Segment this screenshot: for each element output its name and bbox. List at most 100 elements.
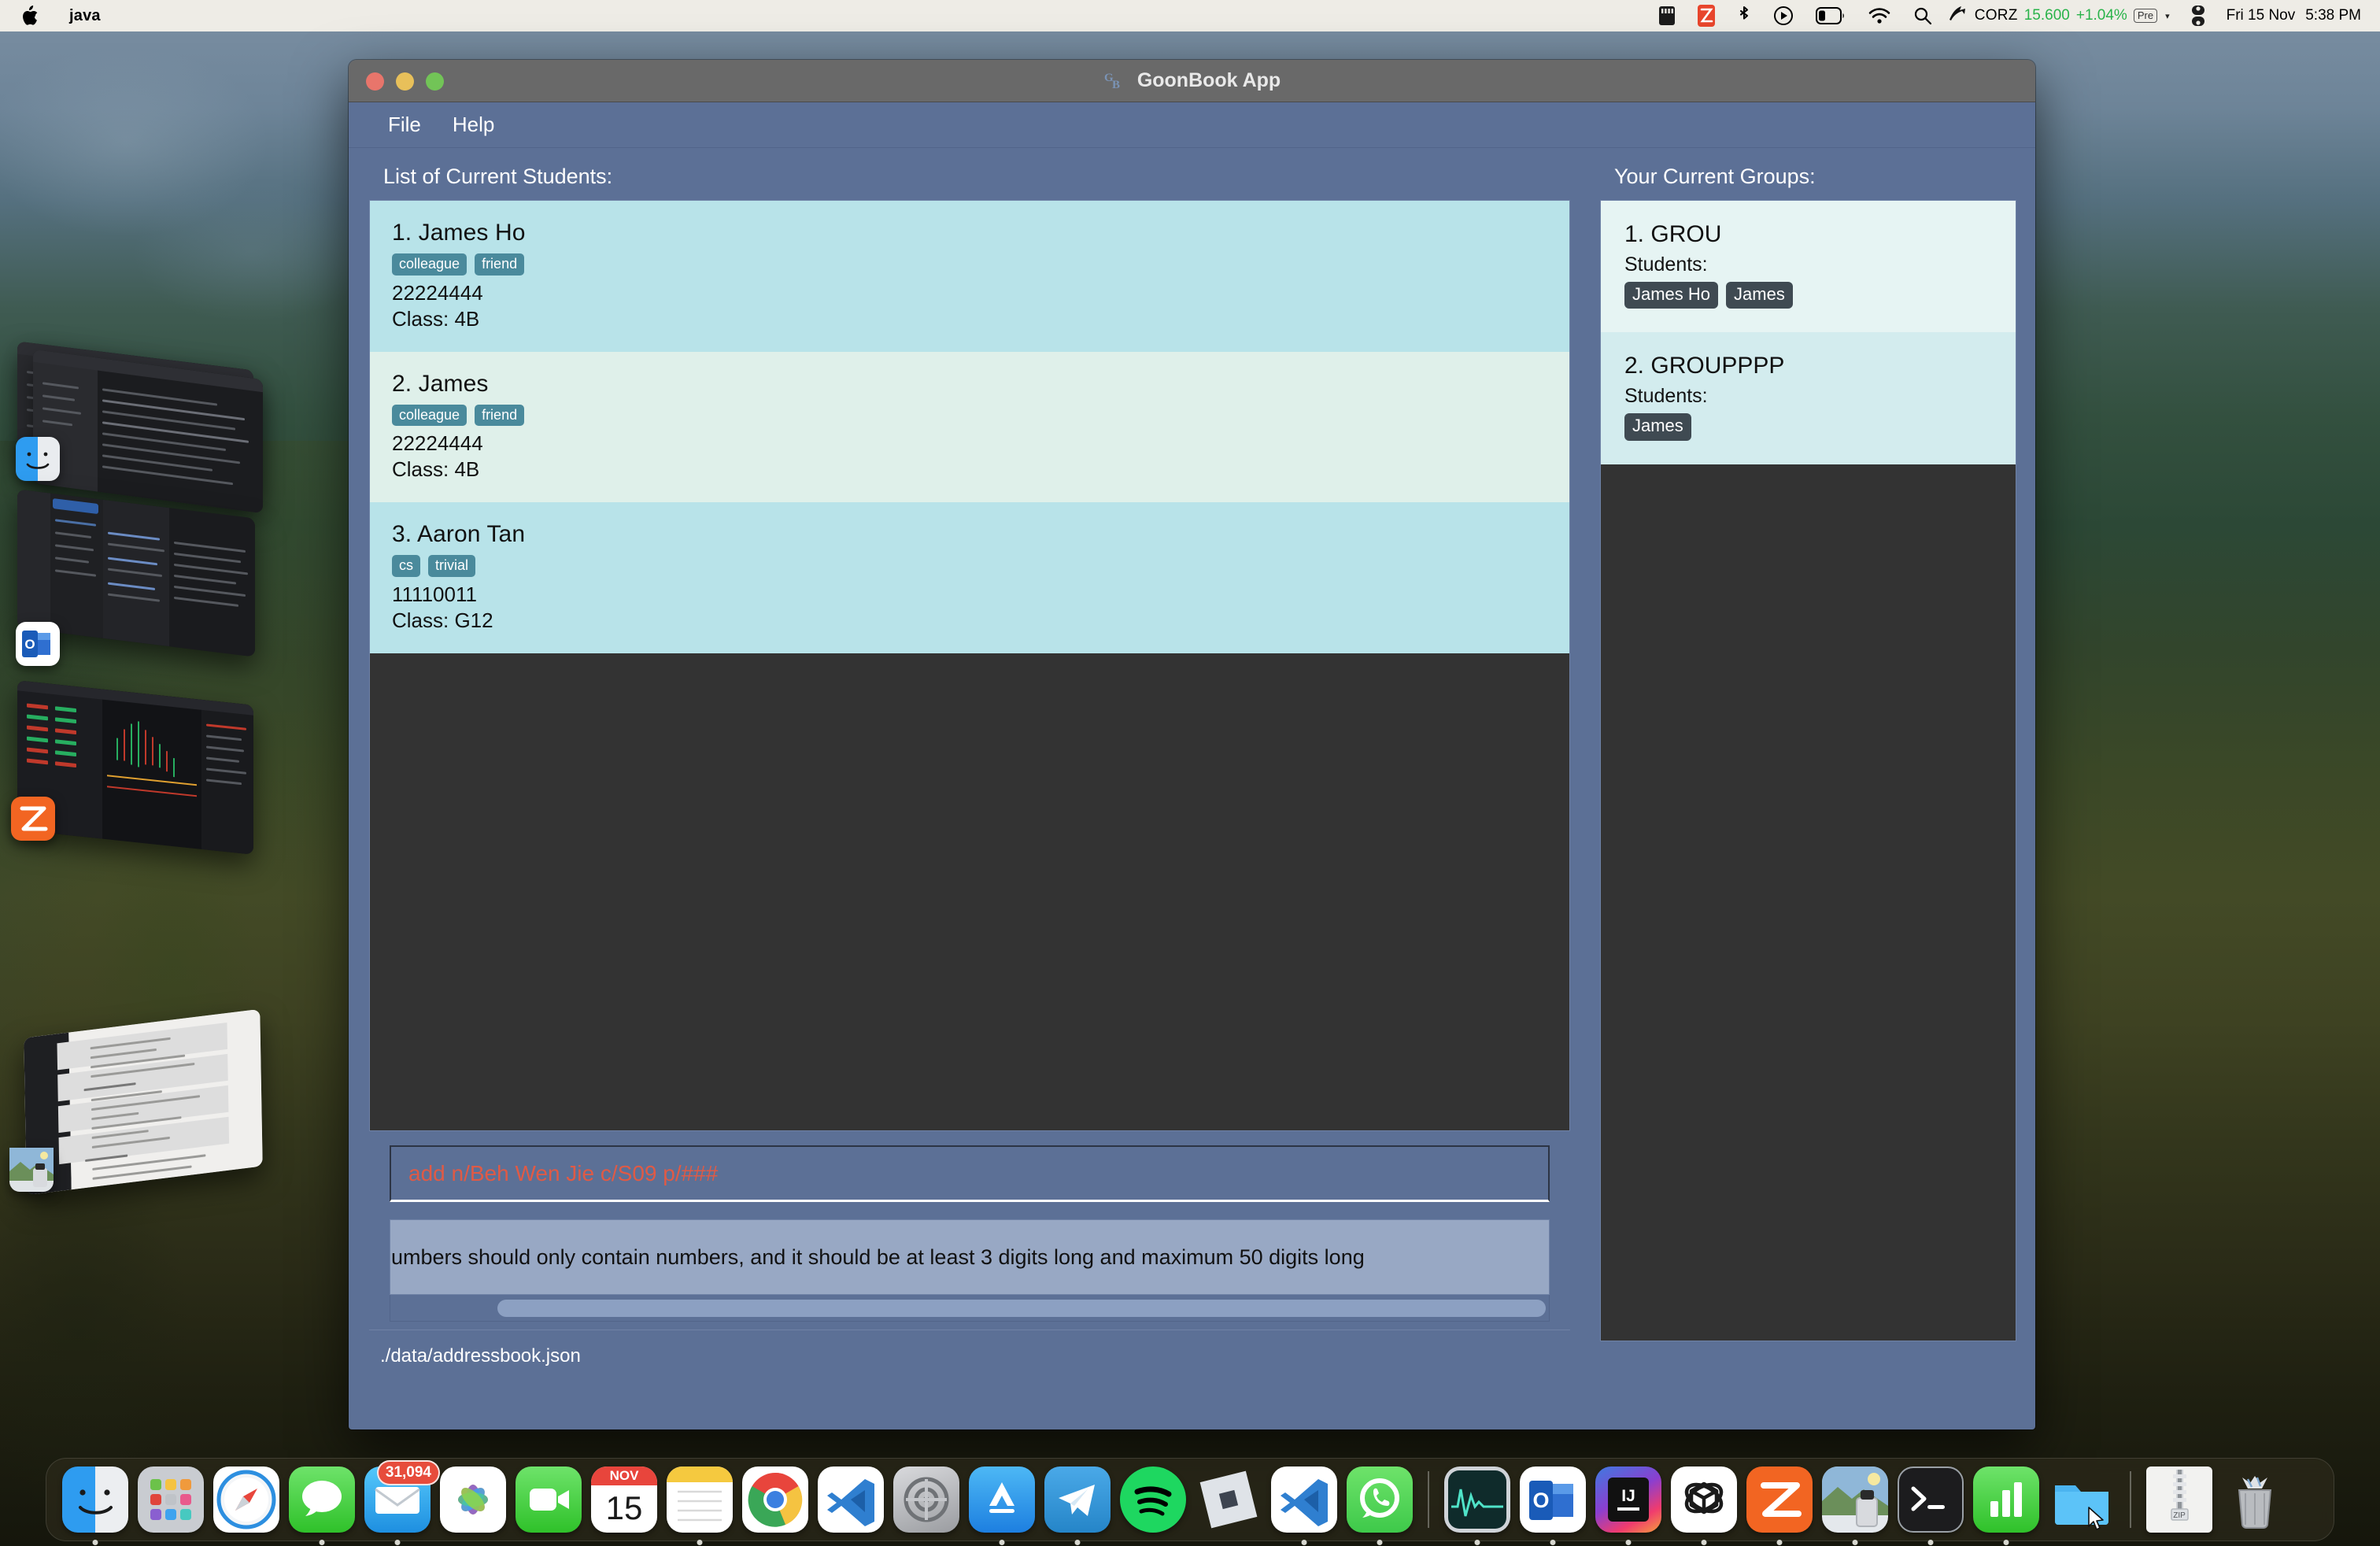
dock-item-safari[interactable] (209, 1462, 284, 1537)
student-class: Class: G12 (392, 608, 493, 633)
groups-panel-title: Your Current Groups: (1614, 165, 1816, 188)
dock-item-chatgpt[interactable] (1666, 1462, 1742, 1545)
menubar-time[interactable]: 5:38 PM (2305, 7, 2361, 24)
search-icon[interactable] (1902, 0, 1943, 31)
ticker-price: 15.600 (2023, 7, 2070, 24)
svg-text:IJ: IJ (1621, 1487, 1635, 1505)
dock-item-telegram[interactable] (1040, 1462, 1115, 1545)
menubar-app-name[interactable]: java (69, 7, 101, 25)
student-tags: colleague friend (392, 253, 1547, 276)
dock-item-preview[interactable] (1817, 1462, 1893, 1545)
group-name: 2. GROUPPPP (1624, 353, 1785, 379)
student-name: 3. Aaron Tan (392, 521, 526, 548)
groups-panel: Your Current Groups: 1. GROU Students: J… (1591, 148, 2035, 1429)
wifi-icon[interactable] (1857, 0, 1902, 31)
command-input-value: add n/Beh Wen Jie c/S09 p/### (408, 1160, 719, 1185)
dock-item-facetime[interactable] (511, 1462, 586, 1537)
menu-file[interactable]: File (375, 108, 434, 142)
apple-logo-icon[interactable] (20, 6, 38, 26)
finder-app-icon[interactable] (16, 437, 60, 481)
dock-item-vscode-insiders[interactable] (1266, 1462, 1342, 1545)
sd-card-icon[interactable] (1647, 0, 1687, 31)
student-class: Class: 4B (392, 306, 480, 331)
student-tag: trivial (428, 555, 476, 578)
zip-label: ZIP (2173, 1511, 2186, 1520)
dock-item-whatsapp[interactable] (1342, 1462, 1417, 1545)
result-display-box[interactable]: numbers should only contain numbers, and… (390, 1219, 1550, 1295)
app-menu-bar: File Help (349, 102, 2035, 148)
result-horizontal-scrollbar[interactable] (390, 1295, 1550, 1322)
dock-item-finder[interactable] (57, 1462, 133, 1545)
battery-icon[interactable] (1805, 0, 1857, 31)
dock-item-messages[interactable] (284, 1462, 360, 1545)
stock-ticker[interactable]: CORZ 15.600 +1.04% Pre ▾ (1943, 5, 2178, 27)
scrollbar-thumb[interactable] (497, 1299, 1546, 1317)
gb-monogram-icon: G B (1103, 69, 1127, 93)
dock-item-downloads-folder[interactable] (2044, 1462, 2119, 1537)
dock-item-chrome[interactable] (737, 1462, 813, 1537)
dock-item-system-settings[interactable] (889, 1462, 964, 1537)
dock-item-terminal[interactable] (1893, 1462, 1968, 1545)
group-card[interactable]: 1. GROU Students: James Ho James (1601, 201, 2016, 333)
dock-item-app-store[interactable] (964, 1462, 1040, 1545)
group-students-label: Students: (1624, 253, 1708, 276)
groups-panel-footer-spacer (1600, 1341, 2016, 1429)
groups-list[interactable]: 1. GROU Students: James Ho James 2. GROU… (1600, 200, 2016, 1341)
mouse-cursor-icon (2088, 1507, 2104, 1530)
dock-item-intellij-idea[interactable]: IJ (1591, 1462, 1666, 1545)
student-card[interactable]: 3. Aaron Tan cs trivial 11110011 Class: … (370, 502, 1569, 654)
group-member-chip: James (1726, 282, 1793, 309)
dock-item-launchpad[interactable] (133, 1462, 209, 1537)
outlook-app-icon[interactable]: O (16, 622, 60, 666)
group-card[interactable]: 2. GROUPPPP Students: James (1601, 332, 2016, 464)
window-title: GoonBook App (1136, 69, 1281, 91)
menubar-date[interactable]: Fri 15 Nov (2227, 7, 2296, 24)
student-card[interactable]: 2. James colleague friend 22224444 Class… (370, 351, 1569, 503)
goonbook-app-window: G B GoonBook App File Help List of Curre… (349, 60, 2035, 1429)
students-panel-title: List of Current Students: (383, 165, 613, 188)
mail-badge-count: 31,094 (376, 1460, 440, 1485)
control-center-icon[interactable] (2178, 0, 2219, 31)
minimize-button[interactable] (396, 72, 414, 91)
zoom-button[interactable] (426, 72, 444, 91)
student-tags: colleague friend (392, 404, 1547, 427)
dock-item-notes[interactable] (662, 1462, 737, 1545)
screenrecord-icon[interactable] (1762, 0, 1805, 31)
student-tag: friend (475, 253, 525, 276)
dock-item-vscode[interactable] (813, 1462, 889, 1537)
dock-item-spotify[interactable] (1115, 1462, 1191, 1537)
window-title-bar: G B GoonBook App (349, 60, 2035, 102)
ticker-session-badge: Pre (2133, 8, 2158, 24)
dock-item-activity-monitor[interactable] (1439, 1462, 1515, 1545)
close-button[interactable] (366, 72, 384, 91)
group-member-chips: James (1624, 413, 1992, 441)
dock-item-zotero[interactable] (1742, 1462, 1817, 1545)
stock-arrow-icon (1948, 5, 1968, 27)
student-tag: colleague (392, 404, 468, 427)
group-member-chip: James Ho (1624, 282, 1719, 309)
preview-app-icon[interactable] (9, 1148, 54, 1192)
dock-item-photos[interactable] (435, 1462, 511, 1537)
student-phone: 22224444 (392, 431, 483, 456)
students-panel: List of Current Students: 1. James Ho co… (349, 148, 1591, 1429)
students-list[interactable]: 1. James Ho colleague friend 22224444 Cl… (369, 200, 1570, 1131)
window-body: List of Current Students: 1. James Ho co… (349, 148, 2035, 1429)
dock-item-roblox[interactable] (1191, 1462, 1266, 1537)
zotero-stage-icon[interactable] (11, 797, 55, 841)
zotero-icon[interactable] (1687, 0, 1726, 31)
student-phone: 11110011 (392, 583, 477, 607)
chevron-down-icon[interactable]: ▾ (2165, 11, 2170, 21)
dock-item-mail[interactable]: 31,094 (360, 1460, 440, 1545)
bluetooth-icon[interactable] (1726, 0, 1762, 31)
command-input[interactable]: add n/Beh Wen Jie c/S09 p/### (390, 1145, 1550, 1202)
dock-item-numbers[interactable] (1968, 1462, 2044, 1545)
dock-item-calendar[interactable]: NOV 15 (586, 1462, 662, 1537)
menu-help[interactable]: Help (440, 108, 507, 142)
macos-dock: 31,094 NOV 15 O IJ ZIP (46, 1458, 2334, 1545)
dock-item-outlook[interactable]: O (1515, 1462, 1591, 1545)
dock-item-zip-archive[interactable]: ZIP (2142, 1462, 2217, 1537)
dock-item-trash[interactable] (2217, 1462, 2293, 1537)
status-file-path: ./data/addressbook.json (380, 1344, 581, 1367)
stage-manager-preview-thumb[interactable] (24, 1008, 263, 1196)
student-card[interactable]: 1. James Ho colleague friend 22224444 Cl… (370, 201, 1569, 352)
